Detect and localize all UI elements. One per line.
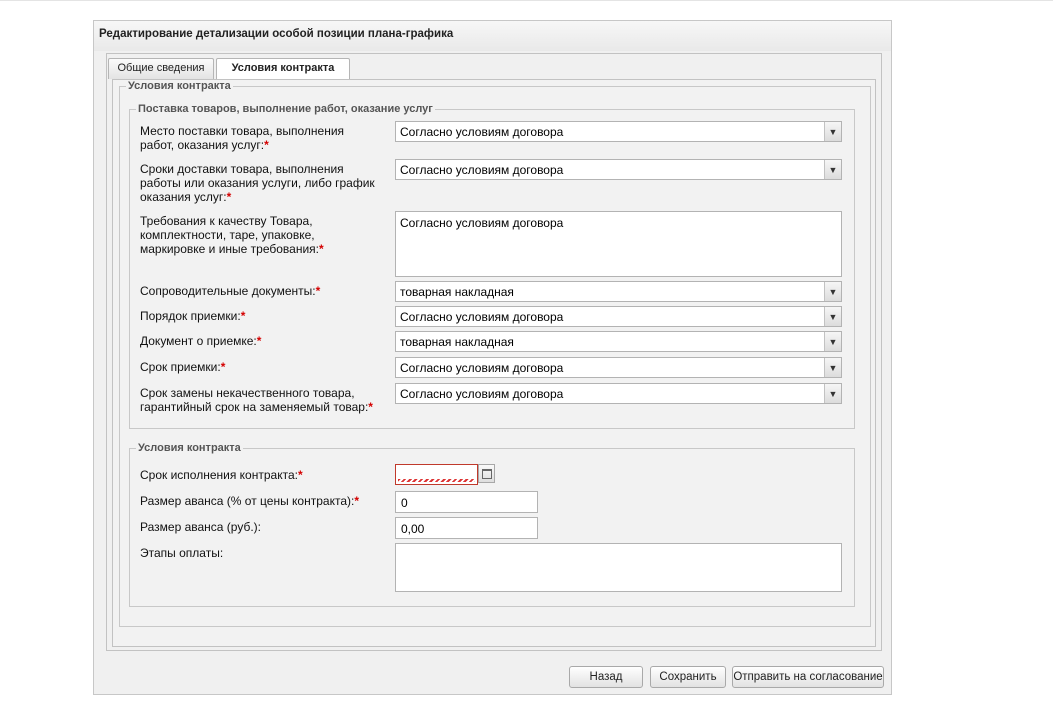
chevron-down-icon[interactable]: ▼ — [824, 384, 841, 403]
acceptance-document-combo[interactable]: товарная накладная ▼ — [395, 331, 842, 352]
quality-requirements-textarea[interactable]: Согласно условиям договора — [395, 211, 842, 277]
label-acceptance-term: Срок приемки:* — [140, 360, 226, 374]
label-delivery-place: Место поставки товара, выполнения работ,… — [140, 124, 345, 152]
required-marker: * — [256, 334, 262, 348]
replacement-term-combo[interactable]: Согласно условиям договора ▼ — [395, 383, 842, 404]
tab-contract-terms[interactable]: Условия контракта — [216, 58, 350, 80]
tab-content: Условия контракта Поставка товаров, выпо… — [112, 79, 876, 647]
required-marker: * — [220, 360, 226, 374]
chevron-down-icon[interactable]: ▼ — [824, 307, 841, 326]
label-acceptance-document: Документ о приемке:* — [140, 334, 262, 348]
tab-strip: Общие сведения Условия контракта — [107, 54, 881, 80]
label-replacement-term: Срок замены некачественного товара, гара… — [140, 386, 373, 414]
label-payment-stages: Этапы оплаты: — [140, 546, 224, 560]
payment-stages-textarea[interactable] — [395, 543, 842, 592]
required-marker: * — [226, 190, 232, 204]
chevron-down-icon[interactable]: ▼ — [824, 122, 841, 141]
chevron-down-icon[interactable]: ▼ — [824, 332, 841, 351]
acceptance-term-combo[interactable]: Согласно условиям договора ▼ — [395, 357, 842, 378]
required-marker: * — [368, 400, 373, 414]
execution-term-date-input[interactable] — [395, 464, 478, 485]
label-delivery-terms: Сроки доставки товара, выполнения работы… — [140, 162, 375, 204]
dialog-title: Редактирование детализации особой позици… — [94, 21, 891, 51]
top-border-line — [0, 0, 1053, 1]
required-marker: * — [297, 468, 303, 482]
required-marker: * — [240, 309, 246, 323]
acceptance-order-combo[interactable]: Согласно условиям договора ▼ — [395, 306, 842, 327]
tab-panel: Общие сведения Условия контракта Условия… — [106, 53, 882, 651]
chevron-down-icon[interactable]: ▼ — [824, 160, 841, 179]
fieldset-contract-terms-legend: Условия контракта — [128, 80, 231, 92]
required-marker: * — [264, 138, 269, 152]
edit-dialog: Редактирование детализации особой позици… — [93, 20, 892, 695]
label-quality-requirements: Требования к качеству Товара, комплектно… — [140, 214, 324, 256]
back-button[interactable]: Назад — [569, 666, 643, 688]
delivery-place-combo[interactable]: Согласно условиям договора ▼ — [395, 121, 842, 142]
advance-percent-input[interactable]: 0 — [395, 491, 538, 513]
delivery-terms-combo[interactable]: Согласно условиям договора ▼ — [395, 159, 842, 180]
label-advance-percent: Размер аванса (% от цены контракта):* — [140, 494, 359, 508]
calendar-icon[interactable] — [478, 464, 495, 483]
chevron-down-icon[interactable]: ▼ — [824, 358, 841, 377]
save-button[interactable]: Сохранить — [650, 666, 726, 688]
fieldset-contract-legend: Условия контракта — [138, 442, 241, 454]
label-execution-term: Срок исполнения контракта:* — [140, 468, 303, 482]
chevron-down-icon[interactable]: ▼ — [824, 282, 841, 301]
required-marker: * — [319, 242, 324, 256]
accompanying-documents-combo[interactable]: товарная накладная ▼ — [395, 281, 842, 302]
label-accompanying-documents: Сопроводительные документы:* — [140, 284, 321, 298]
fieldset-delivery-legend: Поставка товаров, выполнение работ, оказ… — [138, 103, 433, 115]
label-advance-rub: Размер аванса (руб.): — [140, 520, 262, 534]
required-marker: * — [354, 494, 359, 508]
label-acceptance-order: Порядок приемки:* — [140, 309, 246, 323]
tab-general-info[interactable]: Общие сведения — [108, 58, 214, 79]
validation-error-underline — [398, 479, 475, 482]
required-marker: * — [315, 284, 321, 298]
send-for-approval-button[interactable]: Отправить на согласование — [732, 666, 884, 688]
advance-rub-input[interactable]: 0,00 — [395, 517, 538, 539]
